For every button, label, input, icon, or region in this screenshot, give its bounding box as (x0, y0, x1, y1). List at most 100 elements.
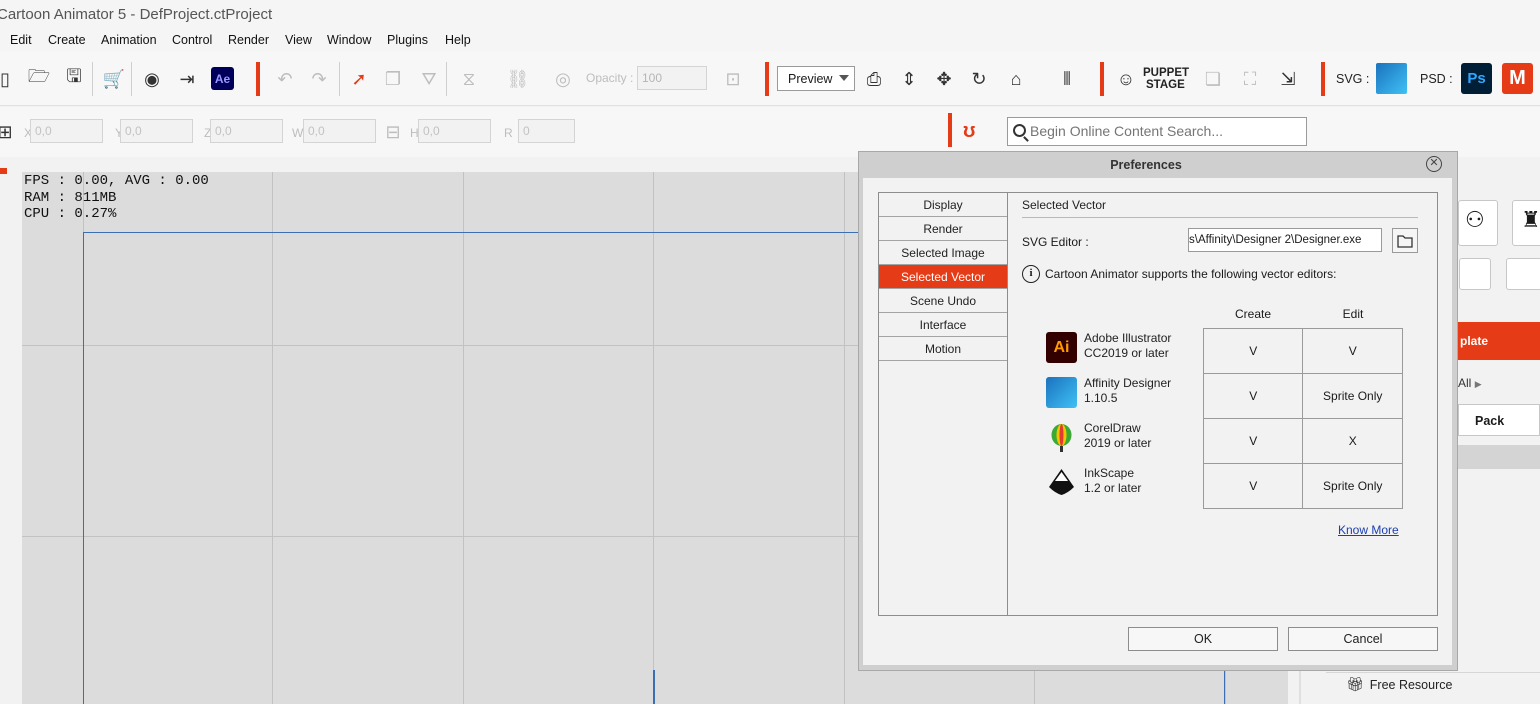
template-thumb-people[interactable]: ⚇ (1458, 200, 1498, 246)
category-render[interactable]: Render (879, 217, 1007, 241)
cancel-button[interactable]: Cancel (1288, 627, 1438, 651)
camera-icon[interactable]: ⎙ (861, 66, 887, 92)
close-icon[interactable]: ✕ (1426, 156, 1442, 172)
r-label: R (504, 126, 513, 140)
flip-icon[interactable]: ⧖ (456, 66, 482, 92)
menu-animation[interactable]: Animation (101, 33, 157, 47)
ram-stat: RAM : 811MB (24, 189, 117, 206)
move-icon[interactable]: ✥ (931, 66, 957, 92)
select-arrow-icon[interactable]: ➚ (346, 66, 372, 92)
free-resource-link[interactable]: 🎁︎ Free Resource (1346, 676, 1452, 693)
left-accent (0, 168, 7, 174)
new-file-icon[interactable]: ▯ (0, 66, 18, 92)
menu-help[interactable]: Help (445, 33, 471, 47)
know-more-link[interactable]: Know More (1338, 523, 1399, 537)
menu-plugins[interactable]: Plugins (387, 33, 428, 47)
ok-button[interactable]: OK (1128, 627, 1278, 651)
all-label: All (1458, 376, 1472, 390)
template-thumb[interactable] (1506, 258, 1540, 290)
menu-edit[interactable]: Edit (10, 33, 32, 47)
category-display[interactable]: Display (879, 193, 1007, 217)
coreldraw-icon (1046, 422, 1077, 453)
reallusion-brand-icon[interactable]: ʊ (963, 120, 985, 146)
opacity-input[interactable]: 100 (637, 66, 707, 90)
after-effects-icon[interactable]: Ae (211, 67, 234, 90)
preview-dropdown-value: Preview (788, 72, 833, 86)
category-selected-vector[interactable]: Selected Vector (879, 265, 1007, 289)
panel-divider (1458, 445, 1540, 469)
pack-button[interactable]: Pack (1458, 404, 1540, 436)
table-row: VV (1202, 328, 1403, 374)
content-search-box[interactable] (1007, 117, 1307, 146)
template-button[interactable]: plate (1458, 322, 1540, 360)
photoshop-icon[interactable]: Ps (1461, 63, 1492, 94)
menu-view[interactable]: View (285, 33, 312, 47)
move-vertical-icon[interactable]: ⇕ (896, 66, 922, 92)
paint-bucket-icon[interactable]: ⛛ (416, 66, 442, 92)
redo-icon[interactable]: ↷ (306, 66, 332, 92)
edit-cell: X (1302, 418, 1403, 464)
link-icon[interactable]: ⛓ (505, 66, 531, 92)
template-thumb-tie[interactable]: ♜ (1512, 200, 1540, 246)
table-row: V Sprite Only (1202, 463, 1403, 509)
cart-icon[interactable]: 🛒 (101, 66, 127, 92)
undo-icon[interactable]: ↶ (272, 66, 298, 92)
info-message: i Cartoon Animator supports the followin… (1022, 265, 1336, 283)
visibility-eye-icon[interactable]: ◎ (550, 66, 576, 92)
r-input[interactable]: 0 (518, 119, 575, 143)
menu-create[interactable]: Create (48, 33, 86, 47)
chevron-down-icon (839, 75, 849, 81)
anchor-icon[interactable]: ⊡ (720, 66, 746, 92)
editor-name: InkScape (1084, 466, 1135, 480)
search-input[interactable] (1030, 123, 1300, 139)
rotate-icon[interactable]: ↻ (966, 66, 992, 92)
h-input[interactable]: 0,0 (418, 119, 491, 143)
stage-label: STAGE (1146, 79, 1185, 91)
template-thumb[interactable] (1459, 258, 1491, 290)
puppet-icon[interactable]: ☺ (1113, 66, 1139, 92)
edit-cell: V (1302, 328, 1403, 374)
fps-stat: FPS : 0.00, AVG : 0.00 (24, 173, 209, 189)
edit-column-header: Edit (1342, 307, 1364, 321)
w-input[interactable]: 0,0 (303, 119, 376, 143)
save-icon[interactable]: 🖫 (61, 66, 87, 92)
table-row: VX (1202, 418, 1403, 464)
preview-eye-icon[interactable]: ◉ (139, 66, 165, 92)
open-folder-icon[interactable]: 🗁 (26, 66, 52, 92)
affinity-designer-icon[interactable] (1376, 63, 1407, 94)
all-filter[interactable]: All ▶ (1458, 376, 1482, 390)
copy-icon[interactable]: ❐ (380, 66, 406, 92)
x-input[interactable]: 0,0 (30, 119, 103, 143)
home-icon[interactable]: ⌂ (1003, 66, 1029, 92)
menu-render[interactable]: Render (228, 33, 269, 47)
category-list: Display Render Selected Image Selected V… (878, 192, 1008, 616)
export-screen-icon[interactable]: ⇲ (1275, 66, 1301, 92)
browse-folder-button[interactable] (1392, 228, 1418, 253)
menu-window[interactable]: Window (327, 33, 371, 47)
toolbar-accent (765, 62, 769, 96)
section-title: Selected Vector (1022, 198, 1107, 212)
create-cell: V (1202, 373, 1304, 419)
toolbar-separator (92, 62, 93, 96)
toolbar-separator (339, 62, 340, 96)
lock-ratio-icon[interactable]: ⊟ (380, 119, 406, 145)
z-input[interactable]: 0,0 (210, 119, 283, 143)
preview-dropdown[interactable]: Preview (777, 66, 855, 91)
timeline-icon[interactable]: ⫴ (1054, 66, 1080, 92)
puppet-stage-button[interactable]: PUPPET STAGE (1143, 67, 1189, 91)
y-input[interactable]: 0,0 (120, 119, 193, 143)
svg-editor-path-input[interactable]: s\Affinity\Designer 2\Designer.exe (1188, 228, 1382, 252)
export-icon[interactable]: ⇥ (174, 66, 200, 92)
grid-icon[interactable]: ⊞ (0, 119, 18, 145)
fullscreen-icon[interactable]: ⛶ (1237, 66, 1263, 92)
menu-control[interactable]: Control (172, 33, 212, 47)
category-interface[interactable]: Interface (879, 313, 1007, 337)
svg-label: SVG : (1336, 72, 1370, 86)
editor-row-coreldraw: CorelDraw 2019 or later (1046, 418, 1216, 456)
category-motion[interactable]: Motion (879, 337, 1007, 361)
selected-vector-panel: Selected Vector SVG Editor : s\Affinity\… (1007, 192, 1438, 616)
page-icon[interactable]: ❏ (1200, 66, 1226, 92)
m-app-icon[interactable]: M (1502, 63, 1533, 94)
category-selected-image[interactable]: Selected Image (879, 241, 1007, 265)
category-scene-undo[interactable]: Scene Undo (879, 289, 1007, 313)
